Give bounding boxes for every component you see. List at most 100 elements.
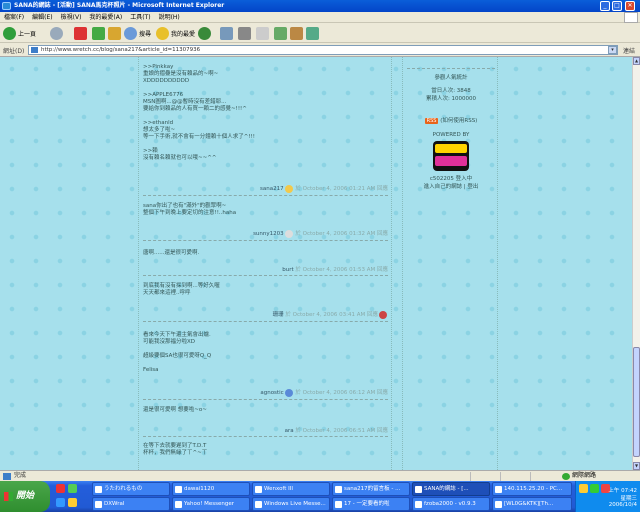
taskbar-button[interactable]: DXWral — [92, 497, 170, 511]
window-title: SANA的網誌 - [活動] SANA馬克杯照片 - Microsoft Int… — [14, 2, 225, 9]
favorites-button[interactable]: 我的最愛 — [156, 26, 195, 40]
menu-tools[interactable]: 工具(T) — [126, 12, 154, 23]
task-label: Yahoo! Messenger — [184, 501, 235, 507]
comment-line: 在等下去就要遲到了T.D.T — [143, 443, 207, 449]
menu-favorites[interactable]: 我的最愛(A) — [85, 12, 126, 23]
quicklaunch-icon[interactable] — [56, 498, 65, 507]
task-label: DXWral — [104, 501, 125, 507]
comment-date[interactable]: 於 October 4, 2006 01:32 AM 回應 — [295, 231, 388, 237]
address-input[interactable]: http://www.wretch.cc/blog/sana217&articl… — [28, 45, 618, 55]
comment-date[interactable]: 於 October 4, 2006 06:12 AM 回應 — [295, 390, 388, 396]
comment-date[interactable]: 於 October 4, 2006 03:41 AM 回應 — [285, 312, 378, 318]
scroll-up-icon[interactable]: ▲ — [633, 57, 640, 65]
messenger-button[interactable] — [306, 26, 319, 40]
windows-logo-icon — [624, 12, 638, 23]
quicklaunch-icon[interactable] — [68, 484, 77, 493]
tray-icon[interactable] — [579, 484, 588, 493]
ie-app-icon — [2, 2, 11, 10]
user-count: c502205 登入中 — [429, 176, 473, 182]
comment-line: MSN圖啊...@@暫時沒有差錯耶... — [143, 99, 227, 105]
comment-line: XDDDDDDDDDD — [143, 78, 190, 84]
comment-author-link[interactable]: agnostic — [260, 390, 283, 396]
search-button[interactable]: 搜尋 — [124, 26, 151, 40]
divider — [500, 472, 501, 481]
quicklaunch-icon[interactable] — [56, 484, 65, 493]
history-button[interactable] — [198, 26, 211, 40]
scroll-thumb[interactable] — [633, 347, 640, 457]
taskbar-button[interactable]: sana217的留言板 - ... — [332, 482, 410, 496]
menu-help[interactable]: 說明(H) — [155, 12, 184, 23]
task-label: fzoba2000 - v0.9.3 — [424, 501, 476, 507]
close-button[interactable]: ✕ — [625, 1, 635, 11]
start-label: 開始 — [16, 491, 35, 501]
task-label: 140.115.25.20 - PC... — [504, 486, 563, 492]
quicklaunch-icon[interactable] — [68, 498, 77, 507]
back-button[interactable]: 上一頁 — [3, 26, 36, 40]
address-label: 網址(D) — [3, 48, 25, 55]
comment-date[interactable]: 於 October 4, 2006 01:53 AM 回應 — [295, 267, 388, 273]
comment-author-link[interactable]: sunny1203 — [253, 231, 284, 237]
task-icon — [175, 486, 182, 493]
taskbar-button[interactable]: Windows Live Messe... — [252, 497, 330, 511]
task-icon — [255, 501, 262, 508]
menu-edit[interactable]: 編輯(E) — [28, 12, 56, 23]
taskbar-button[interactable]: [WL0G&KTK][Th... — [492, 497, 572, 511]
clock-date: 2006/10/4 — [608, 502, 637, 508]
comment-line: >>Pinkkay — [143, 64, 174, 70]
taskbar-button[interactable]: うたわれるもの — [92, 482, 170, 496]
research-button[interactable] — [290, 26, 303, 40]
comment-author-link[interactable]: ara — [285, 428, 294, 434]
task-icon — [255, 486, 262, 493]
page-icon — [31, 47, 38, 53]
comment-author-link[interactable]: 珊珊 — [273, 312, 284, 318]
tray-icon[interactable] — [590, 484, 599, 493]
clock-time[interactable]: 上午 07:42 — [608, 486, 637, 494]
comment-author-link[interactable]: burt — [282, 267, 293, 273]
taskbar-button[interactable]: 140.115.25.20 - PC... — [492, 482, 572, 496]
taskbar-button[interactable]: dawai1120 — [172, 482, 250, 496]
comment-line: 要給你到賴品的人有買一賴二的感覺~!!!^ — [143, 106, 247, 112]
taskbar-button-active[interactable]: SANA的網誌 - [... — [412, 482, 490, 496]
rss-help-link[interactable]: (如何使用RSS) — [440, 118, 477, 124]
forward-button[interactable] — [50, 26, 63, 40]
page-done-icon — [3, 473, 11, 480]
comment-author-link[interactable]: sana217 — [260, 186, 284, 192]
maximize-button[interactable]: □ — [612, 1, 622, 11]
comment-line: 沒有賴名賴就也可以哦~~^^ — [143, 155, 217, 161]
refresh-icon — [92, 26, 105, 40]
edit-button[interactable] — [256, 26, 269, 40]
title-bar: SANA的網誌 - [活動] SANA馬克杯照片 - Microsoft Int… — [0, 0, 640, 12]
menu-file[interactable]: 檔案(F) — [0, 12, 28, 23]
address-dropdown-icon[interactable]: ▾ — [608, 46, 617, 54]
home-button[interactable] — [108, 26, 121, 40]
minimize-button[interactable]: _ — [600, 1, 610, 11]
avatar-icon — [284, 388, 293, 397]
mail-button[interactable] — [220, 26, 233, 40]
links-label[interactable]: 連結 — [623, 46, 635, 55]
wretch-logo[interactable] — [433, 141, 469, 171]
page-content: >>Pinkkay 重娘的摺疊是沒有賴品的~啊~ XDDDDDDDDDD >>APPL… — [0, 57, 632, 470]
taskbar-button[interactable]: fzoba2000 - v0.9.3 — [412, 497, 490, 511]
comment-line: Felisa — [143, 367, 159, 373]
task-label: dawai1120 — [184, 486, 215, 492]
taskbar-button[interactable]: 17 - 一定要看的啦 — [332, 497, 410, 511]
taskbar: 開始 うたわれるもの dawai1120 Wenxoft III sana217… — [0, 481, 640, 512]
stop-button[interactable] — [74, 26, 87, 40]
comment-date[interactable]: 於 October 4, 2006 06:51 AM 回應 — [295, 428, 388, 434]
task-icon — [495, 501, 502, 508]
rss-button[interactable]: RSS — [424, 118, 439, 124]
task-label: SANA的網誌 - [... — [424, 486, 469, 492]
vertical-scrollbar[interactable]: ▲ ▼ — [632, 57, 640, 470]
comment-date[interactable]: 於 October 4, 2006 01:21 AM 回應 — [295, 186, 388, 192]
scroll-down-icon[interactable]: ▼ — [633, 462, 640, 470]
printer-icon — [238, 26, 251, 40]
blog-links[interactable]: 進入自己的網誌 | 登出 — [403, 182, 499, 190]
start-button[interactable]: 開始 — [0, 481, 50, 512]
taskbar-button[interactable]: Yahoo! Messenger — [172, 497, 250, 511]
print-button[interactable] — [238, 26, 251, 40]
back-arrow-icon — [3, 26, 16, 40]
menu-view[interactable]: 檢視(V) — [57, 12, 86, 23]
refresh-button[interactable] — [92, 26, 105, 40]
discuss-button[interactable] — [274, 26, 287, 40]
taskbar-button[interactable]: Wenxoft III — [252, 482, 330, 496]
